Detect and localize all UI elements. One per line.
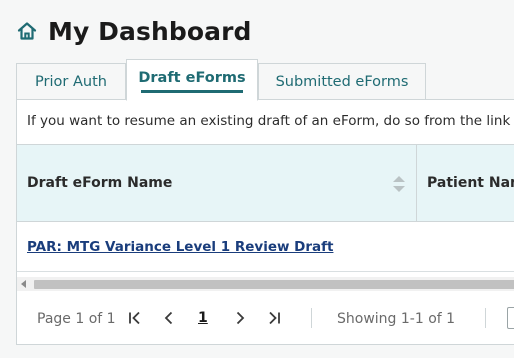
tab-label: Draft eForms: [138, 70, 246, 86]
page-number-button[interactable]: 1: [198, 310, 208, 326]
next-page-icon[interactable]: [231, 309, 249, 327]
scrollbar-thumb[interactable]: [34, 280, 514, 289]
tab-label: Prior Auth: [35, 74, 107, 90]
pager-divider: [485, 308, 486, 328]
home-icon[interactable]: [16, 20, 38, 42]
last-page-icon[interactable]: [265, 309, 283, 327]
page-title: My Dashboard: [48, 16, 252, 46]
active-tab-indicator: [141, 90, 243, 93]
tab-draft-eforms[interactable]: Draft eForms: [126, 59, 258, 101]
showing-count: Showing 1-1 of 1: [337, 311, 456, 327]
tab-label: Submitted eForms: [275, 74, 409, 90]
column-header-patient-name[interactable]: Patient Name: [427, 145, 514, 221]
first-page-icon[interactable]: [126, 309, 144, 327]
sort-icon[interactable]: [391, 174, 407, 194]
page-info: Page 1 of 1: [37, 311, 116, 327]
table-row: PAR: MTG Variance Level 1 Review Draft: [17, 222, 514, 272]
horizontal-scrollbar[interactable]: [17, 277, 514, 291]
column-header-draft-eform-name[interactable]: Draft eForm Name: [27, 145, 172, 221]
info-text: If you want to resume an existing draft …: [27, 113, 511, 129]
pager-divider: [311, 308, 312, 328]
pagination: Page 1 of 1 1 Showing 1-1 of 1: [17, 292, 514, 344]
page-size-select[interactable]: [507, 307, 514, 329]
scroll-left-arrow-icon[interactable]: [21, 280, 26, 288]
previous-page-icon[interactable]: [160, 309, 178, 327]
page-header: My Dashboard: [16, 14, 252, 48]
tab-prior-auth[interactable]: Prior Auth: [16, 63, 126, 100]
tab-submitted-eforms[interactable]: Submitted eForms: [258, 63, 426, 100]
draft-eform-link[interactable]: PAR: MTG Variance Level 1 Review Draft: [27, 239, 333, 255]
table-header: Draft eForm Name Patient Name: [17, 144, 514, 222]
dashboard-page: My Dashboard Prior Auth Draft eForms Sub…: [0, 0, 514, 358]
tab-bar: Prior Auth Draft eForms Submitted eForms: [16, 58, 426, 101]
draft-eforms-panel: If you want to resume an existing draft …: [16, 99, 514, 345]
column-divider[interactable]: [416, 145, 417, 221]
